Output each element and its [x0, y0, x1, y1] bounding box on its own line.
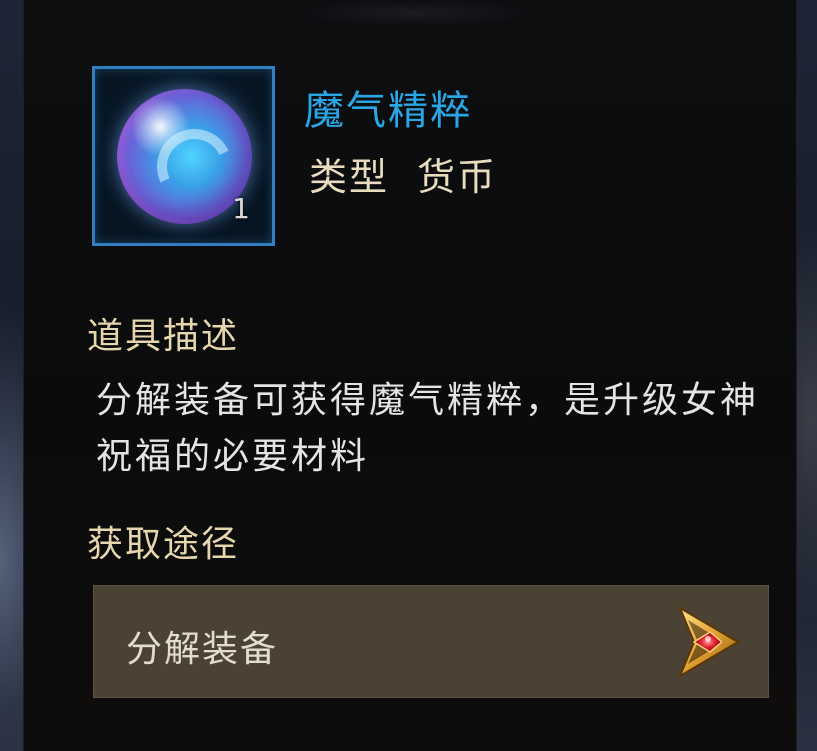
item-tooltip: 1 魔气精粹 类型 货币 道具描述 分解装备可获得魔气精粹，是升级女神祝福的必要材…: [24, 0, 796, 751]
item-name: 魔气精粹: [304, 88, 472, 134]
item-quantity: 1: [232, 192, 250, 225]
go-arrow-icon[interactable]: [672, 602, 744, 682]
description-title: 道具描述: [87, 316, 240, 357]
sources-title: 获取途径: [87, 524, 240, 565]
orb-swirl: [146, 118, 243, 215]
item-type-value: 货币: [417, 155, 498, 199]
item-type-label: 类型: [309, 155, 390, 199]
source-item-decompose[interactable]: 分解装备: [93, 585, 769, 698]
item-type: 类型 货币: [309, 146, 497, 201]
source-item-label: 分解装备: [126, 629, 279, 670]
item-icon-slot: 1: [92, 66, 275, 246]
top-edge-glow: [304, 0, 524, 26]
description-text: 分解装备可获得魔气精粹，是升级女神祝福的必要材料: [96, 380, 760, 477]
